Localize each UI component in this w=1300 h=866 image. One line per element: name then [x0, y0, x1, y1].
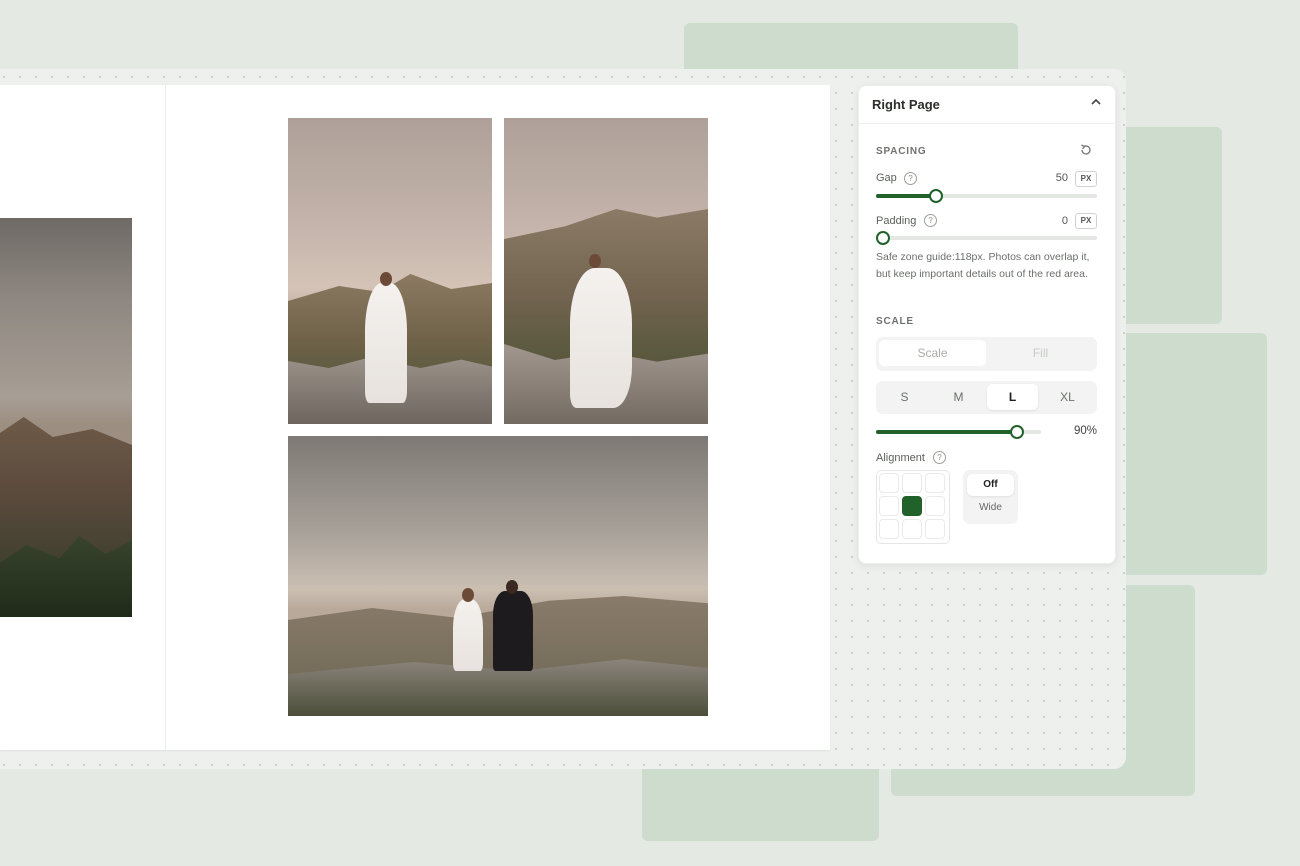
align-center[interactable]	[902, 496, 922, 516]
scale-section-label: SCALE	[876, 316, 914, 327]
spacing-section-label: SPACING	[876, 146, 927, 157]
gap-value[interactable]: 50	[1048, 172, 1068, 184]
right-page-panel: Right Page SPACING Gap ? 50 PX Padding ?…	[858, 85, 1116, 564]
left-page-photo[interactable]	[0, 218, 132, 617]
scale-mode-fill[interactable]: Fill	[987, 340, 1094, 366]
scale-slider-thumb[interactable]	[1010, 425, 1024, 439]
padding-value[interactable]: 0	[1048, 215, 1068, 227]
panel-header[interactable]: Right Page	[859, 86, 1115, 124]
align-bottom-center[interactable]	[902, 519, 922, 539]
align-middle-left[interactable]	[879, 496, 899, 516]
photo-bride-top-left[interactable]	[288, 118, 492, 424]
gap-label: Gap	[876, 172, 897, 184]
photo-bride-top-right[interactable]	[504, 118, 708, 424]
align-bottom-right[interactable]	[925, 519, 945, 539]
gap-unit[interactable]: PX	[1075, 171, 1097, 187]
wide-toggle[interactable]: Off Wide	[963, 470, 1018, 524]
padding-label: Padding	[876, 215, 917, 227]
groom-figure	[493, 591, 533, 671]
wide-off-button[interactable]: Off	[967, 474, 1014, 496]
safe-zone-help-text: Safe zone guide:118px. Photos can overla…	[876, 251, 1090, 280]
align-bottom-left[interactable]	[879, 519, 899, 539]
help-icon[interactable]: ?	[904, 172, 917, 185]
padding-unit[interactable]: PX	[1075, 213, 1097, 229]
decor-block	[642, 760, 879, 841]
wide-label: Wide	[979, 502, 1002, 513]
panel-title: Right Page	[872, 97, 940, 112]
help-icon[interactable]: ?	[933, 451, 946, 464]
size-selector: S M L XL	[876, 381, 1097, 414]
scale-mode-toggle: Scale Fill	[876, 337, 1097, 371]
align-top-right[interactable]	[925, 473, 945, 493]
alignment-label: Alignment	[876, 452, 925, 464]
decor-block	[1110, 127, 1222, 324]
alignment-grid	[876, 470, 950, 544]
size-s[interactable]: S	[879, 384, 930, 410]
decor-block	[1110, 333, 1267, 575]
bride-figure	[365, 283, 407, 403]
padding-slider[interactable]	[876, 231, 1097, 245]
reset-icon[interactable]	[1079, 143, 1093, 157]
size-l[interactable]: L	[987, 384, 1038, 410]
padding-slider-thumb[interactable]	[876, 231, 890, 245]
gap-slider-thumb[interactable]	[929, 189, 943, 203]
align-middle-right[interactable]	[925, 496, 945, 516]
size-xl[interactable]: XL	[1041, 384, 1094, 410]
bride-figure	[570, 268, 632, 408]
scale-slider[interactable]	[876, 425, 1041, 439]
scale-percent: 90%	[1073, 425, 1097, 437]
chevron-up-icon[interactable]	[1089, 96, 1103, 110]
scale-mode-scale[interactable]: Scale	[879, 340, 986, 366]
align-top-center[interactable]	[902, 473, 922, 493]
help-icon[interactable]: ?	[924, 214, 937, 227]
photobook-spread	[0, 85, 830, 750]
bride-figure	[453, 599, 483, 671]
align-top-left[interactable]	[879, 473, 899, 493]
spread-spine	[165, 85, 166, 750]
gap-slider[interactable]	[876, 189, 1097, 203]
size-m[interactable]: M	[933, 384, 984, 410]
photo-couple-bottom[interactable]	[288, 436, 708, 716]
